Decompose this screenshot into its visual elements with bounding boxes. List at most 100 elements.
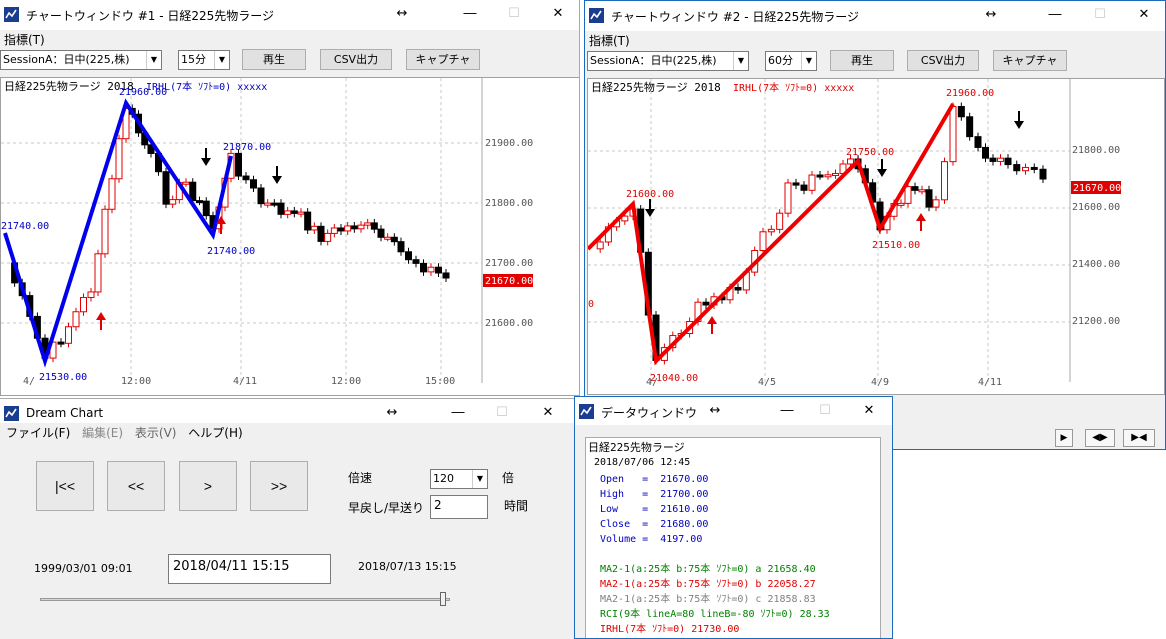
interval-select[interactable]: 60分 ▼ <box>765 51 817 71</box>
csv-export-button[interactable]: CSV出力 <box>907 50 979 71</box>
menu-indicator[interactable]: 指標(T) <box>0 30 49 49</box>
chart2-toolbar: SessionA：日中(225,株) ▼ 60分 ▼ 再生 CSV出力 キャプチャ <box>585 49 1165 73</box>
price-label: 21400.00 <box>1072 259 1120 270</box>
chart2-title: チャートウィンドウ #2 - 日経225先物ラージ <box>611 10 860 24</box>
minimize-button[interactable]: ― <box>1043 5 1067 25</box>
candle <box>330 227 338 234</box>
skip-start-button[interactable]: |<< <box>36 461 94 511</box>
candle <box>918 189 926 193</box>
candle <box>344 225 352 232</box>
close-button[interactable]: ✕ <box>546 4 570 24</box>
minimize-button[interactable]: ― <box>775 401 799 421</box>
session-select[interactable]: SessionA：日中(225,株) ▼ <box>587 51 749 71</box>
slider-thumb[interactable] <box>439 592 446 606</box>
time-label: 4/9 <box>871 377 889 388</box>
chart1-menubar: 指標(T) <box>0 30 579 48</box>
candle <box>72 311 80 328</box>
resize-arrows-icon[interactable]: ↔ <box>703 401 727 421</box>
candle <box>904 186 912 204</box>
candle <box>250 179 257 189</box>
fast-forward-button[interactable]: >> <box>250 461 308 511</box>
time-label: 4/5 <box>758 377 776 388</box>
close-button[interactable]: ✕ <box>857 401 881 421</box>
candle <box>162 171 170 205</box>
candle <box>442 272 450 279</box>
candle <box>932 199 940 208</box>
resize-arrows-icon[interactable]: ↔ <box>380 403 404 423</box>
candle <box>949 106 957 163</box>
zigzag-label: 21960.00 <box>946 88 994 99</box>
candle <box>997 157 1004 162</box>
dream-title: Dream Chart <box>26 406 104 420</box>
fit-view-icon[interactable]: ◀▶ <box>1085 429 1115 447</box>
chart1-titlebar[interactable]: チャートウィンドウ #1 - 日経225先物ラージ ↔ ― ☐ ✕ <box>0 0 579 30</box>
chart2-canvas: 日経225先物ラージ 2018 IRHL(7本 ｿﾌﾄ=0) xxxxx 218… <box>588 79 1121 388</box>
rewind-button[interactable]: << <box>107 461 165 511</box>
csv-export-button[interactable]: CSV出力 <box>320 49 392 70</box>
speed-select[interactable]: 120 ▼ <box>430 469 488 489</box>
interval-select[interactable]: 15分 ▼ <box>178 50 230 70</box>
candle <box>767 228 775 233</box>
datawin-titlebar[interactable]: データウィンドウ ↔ ― ☐ ✕ <box>575 397 892 425</box>
maximize-button[interactable]: ☐ <box>1088 5 1112 25</box>
candle <box>941 161 948 201</box>
maximize-button[interactable]: ☐ <box>490 403 514 423</box>
chart2-titlebar[interactable]: チャートウィンドウ #2 - 日経225先物ラージ ↔ ― ☐ ✕ <box>585 1 1165 31</box>
chart2-area[interactable]: 日経225先物ラージ 2018 IRHL(7本 ｿﾌﾄ=0) xxxxx 218… <box>587 78 1165 395</box>
chart-window-2: チャートウィンドウ #2 - 日経225先物ラージ ↔ ― ☐ ✕ 指標(T) … <box>584 0 1166 450</box>
candle <box>1039 168 1047 180</box>
chart-title: 日経225先物ラージ 2018 <box>591 80 721 94</box>
arrow-up-icon <box>96 312 106 320</box>
expand-view-icon[interactable]: ▶◀ <box>1123 429 1155 447</box>
chart1-area[interactable]: 日経225先物ラージ 2018 IRHL(7本 ｿﾌﾄ=0) xxxxx 219… <box>0 77 579 396</box>
capture-button[interactable]: キャプチャ <box>406 49 480 70</box>
candle <box>435 266 442 274</box>
candle <box>270 202 278 206</box>
candle <box>350 225 358 230</box>
maximize-button[interactable]: ☐ <box>813 401 837 421</box>
replay-button[interactable]: 再生 <box>242 49 306 70</box>
menu-file[interactable]: ファイル(F) <box>0 423 74 442</box>
play-button[interactable]: > <box>179 461 237 511</box>
candle <box>115 138 123 180</box>
minimize-button[interactable]: ― <box>458 4 482 24</box>
close-button[interactable]: ✕ <box>536 403 560 423</box>
candle <box>1013 164 1021 172</box>
menu-view[interactable]: 表示(V) <box>131 423 181 442</box>
replay-slider[interactable] <box>40 592 450 606</box>
arrow-up-icon <box>916 213 926 221</box>
ohlcv-row: High = 21700.00 <box>600 489 709 500</box>
minimize-button[interactable]: ― <box>446 403 470 423</box>
close-button[interactable]: ✕ <box>1132 5 1156 25</box>
speed-label: 倍速 <box>348 471 373 485</box>
menu-help[interactable]: ヘルプ(H) <box>184 423 246 442</box>
candle <box>337 227 345 232</box>
rewind-label: 早戻し/早送り <box>348 501 425 515</box>
zigzag-label: 21960.00 <box>119 87 167 98</box>
menu-edit[interactable]: 編集(E) <box>78 423 127 442</box>
candle <box>1030 166 1038 170</box>
indicator-row: MA2-1(a:25本 b:75本 ｿﾌﾄ=0) c 21858.83 <box>600 594 816 605</box>
candle <box>264 202 272 206</box>
chart-app-icon <box>4 7 19 22</box>
menu-indicator[interactable]: 指標(T) <box>585 31 634 50</box>
resize-arrows-icon[interactable]: ↔ <box>979 5 1003 25</box>
scroll-right-button[interactable]: ▶ <box>1055 429 1073 447</box>
maximize-button[interactable]: ☐ <box>502 4 526 24</box>
current-date-field[interactable]: 2018/04/11 15:15 <box>168 554 331 584</box>
datawin-title: データウィンドウ <box>601 406 698 420</box>
chart1-title: チャートウィンドウ #1 - 日経225先物ラージ <box>26 9 275 23</box>
candle <box>284 210 292 215</box>
candle <box>816 174 824 178</box>
rewind-hours-input[interactable]: 2 <box>430 495 488 519</box>
time-label: 4/11 <box>978 377 1002 388</box>
resize-arrows-icon[interactable]: ↔ <box>390 4 414 24</box>
zigzag-label: 21530.00 <box>39 372 87 383</box>
price-label: 21800.00 <box>1072 145 1120 156</box>
session-select[interactable]: SessionA：日中(225,株) ▼ <box>0 50 162 70</box>
replay-button[interactable]: 再生 <box>830 50 894 71</box>
candle <box>792 182 800 186</box>
capture-button[interactable]: キャプチャ <box>993 50 1067 71</box>
candle <box>784 182 792 214</box>
candle <box>196 200 203 204</box>
